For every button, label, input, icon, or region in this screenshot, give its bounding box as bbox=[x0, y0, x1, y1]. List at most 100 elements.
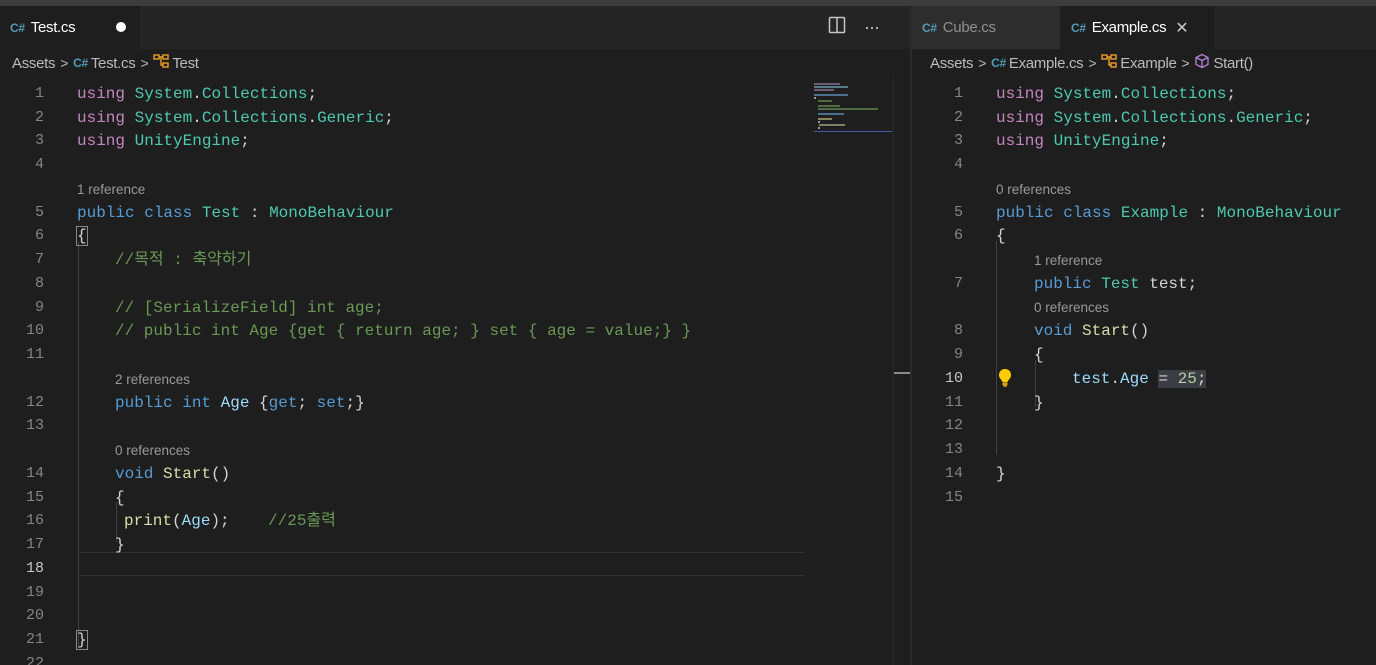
token-punct: ; bbox=[307, 85, 318, 103]
breadcrumb-folder[interactable]: Assets bbox=[930, 55, 974, 72]
codelens-references[interactable]: 1 reference bbox=[1034, 252, 1102, 270]
token-type: Test bbox=[1101, 275, 1140, 293]
token-keyword: using bbox=[77, 85, 126, 103]
code-line-7: public Test test; bbox=[1034, 274, 1197, 294]
matched-brace: { bbox=[76, 226, 88, 246]
indent-guide bbox=[996, 241, 997, 455]
breadcrumb-file[interactable]: C# Test.cs bbox=[73, 54, 136, 72]
unsaved-dot-icon[interactable] bbox=[116, 22, 126, 32]
token-namespace: Collections bbox=[1120, 85, 1227, 103]
tab-cube-cs[interactable]: C# Cube.cs bbox=[912, 6, 1059, 49]
breadcrumb-file-label: Test.cs bbox=[90, 54, 136, 72]
token-namespace: System bbox=[1053, 85, 1112, 103]
line-number: 2 bbox=[953, 109, 963, 126]
token-punct: : bbox=[1188, 204, 1217, 222]
codelens-references[interactable]: 0 references bbox=[115, 442, 190, 460]
token-punct: . bbox=[1111, 85, 1121, 103]
lightbulb-icon[interactable] bbox=[996, 367, 1014, 393]
line-number: 9 bbox=[953, 346, 963, 363]
token-type: MonoBehaviour bbox=[269, 204, 394, 222]
line-number: 9 bbox=[34, 299, 44, 316]
tab-example-cs[interactable]: C# Example.cs ✕ bbox=[1061, 6, 1214, 49]
more-actions-icon[interactable]: ··· bbox=[864, 17, 880, 38]
breadcrumb-method[interactable]: Start() bbox=[1194, 53, 1253, 73]
token-keyword: set bbox=[316, 394, 346, 412]
token-keyword: using bbox=[996, 109, 1045, 127]
code-line-1: using System.Collections; bbox=[996, 84, 1236, 104]
chevron-right-icon: > bbox=[60, 55, 69, 71]
line-number: 7 bbox=[953, 275, 963, 292]
code-line-1: using System.Collections; bbox=[77, 84, 317, 104]
line-number: 12 bbox=[944, 417, 963, 434]
token-punct: { bbox=[996, 227, 1006, 245]
matched-brace: } bbox=[76, 630, 88, 650]
token-variable: test bbox=[1072, 370, 1111, 388]
breadcrumb-file[interactable]: C# Example.cs bbox=[991, 55, 1084, 72]
editor-group-right: C# Cube.cs C# Example.cs ✕ Assets > C# E… bbox=[912, 6, 1376, 665]
vertical-scrollbar[interactable] bbox=[893, 77, 910, 665]
line-number: 3 bbox=[953, 132, 963, 149]
close-icon[interactable]: ✕ bbox=[1175, 18, 1188, 38]
line-number: 8 bbox=[953, 322, 963, 339]
tab-label: Cube.cs bbox=[942, 19, 996, 36]
token-function: Start bbox=[1082, 322, 1131, 340]
editor-actions: ··· bbox=[828, 6, 880, 49]
line-number: 22 bbox=[25, 655, 44, 665]
code-line-12: public int Age {get; set;} bbox=[115, 393, 365, 413]
token-punct: ; bbox=[384, 109, 394, 127]
codelens-references[interactable]: 2 references bbox=[115, 371, 190, 389]
token-punct: { bbox=[249, 394, 269, 412]
line-number: 6 bbox=[953, 227, 963, 244]
line-number: 20 bbox=[25, 607, 44, 624]
token-punct: ; bbox=[1196, 370, 1207, 388]
token-keyword: get bbox=[268, 394, 298, 412]
tab-label: Example.cs bbox=[1091, 19, 1167, 36]
code-line-3: using UnityEngine; bbox=[77, 131, 250, 151]
tab-test-cs[interactable]: C# Test.cs bbox=[0, 6, 140, 49]
token-keyword: using bbox=[77, 132, 126, 150]
token-punct: ; bbox=[1159, 132, 1169, 150]
line-number: 19 bbox=[25, 584, 44, 601]
code-line-9: // [SerializeField] int age; bbox=[115, 298, 384, 318]
codelens-references[interactable]: 0 references bbox=[1034, 299, 1109, 317]
chevron-right-icon: > bbox=[978, 55, 987, 71]
line-number: 6 bbox=[34, 227, 44, 244]
token-function: Start bbox=[163, 465, 212, 483]
minimap[interactable] bbox=[813, 77, 893, 137]
line-number: 10 bbox=[25, 322, 44, 339]
token-keyword: using bbox=[77, 109, 126, 127]
csharp-file-icon: C# bbox=[1071, 20, 1086, 35]
breadcrumb-symbol[interactable]: Example bbox=[1101, 54, 1177, 72]
tab-bar-left: C# Test.cs ··· bbox=[0, 6, 910, 49]
token-keyword: using bbox=[996, 85, 1045, 103]
token-comment: // public int Age {get { return age; } s… bbox=[115, 322, 692, 340]
line-number: 15 bbox=[25, 489, 44, 506]
token-punct: { bbox=[115, 489, 125, 507]
codelens-references[interactable]: 1 reference bbox=[77, 181, 145, 199]
breadcrumb-symbol[interactable]: Test bbox=[153, 54, 199, 72]
breadcrumb-symbol-label: Example bbox=[1120, 54, 1177, 72]
token-whitespace bbox=[230, 512, 268, 530]
current-line-highlight bbox=[78, 552, 806, 576]
token-property: Age bbox=[181, 512, 211, 530]
breadcrumb-folder[interactable]: Assets bbox=[12, 55, 56, 72]
codelens-references[interactable]: 0 references bbox=[996, 181, 1071, 199]
token-keyword: void bbox=[115, 465, 154, 483]
breadcrumb-method-label: Start() bbox=[1213, 54, 1254, 72]
token-punct: ; bbox=[297, 394, 317, 412]
token-class-name: Test bbox=[201, 204, 241, 222]
line-number: 4 bbox=[953, 156, 963, 173]
line-number: 14 bbox=[944, 465, 963, 482]
code-editor-left[interactable]: 1 2 3 4 5 6 7 8 9 10 11 12 13 14 15 16 1… bbox=[0, 77, 910, 665]
token-namespace: Generic bbox=[317, 109, 385, 127]
indent-guide bbox=[78, 241, 79, 646]
code-editor-right[interactable]: 1 2 3 4 5 6 7 8 9 10 11 12 13 14 15 usin… bbox=[912, 77, 1376, 665]
chevron-right-icon: > bbox=[1181, 55, 1190, 71]
chevron-right-icon: > bbox=[140, 55, 149, 71]
split-editor-icon[interactable] bbox=[828, 16, 846, 39]
line-number: 10 bbox=[944, 370, 963, 387]
token-punct: ; bbox=[1303, 109, 1313, 127]
token-keyword: public bbox=[115, 394, 173, 412]
token-punct: : bbox=[240, 204, 270, 222]
token-punct: . bbox=[192, 109, 202, 127]
